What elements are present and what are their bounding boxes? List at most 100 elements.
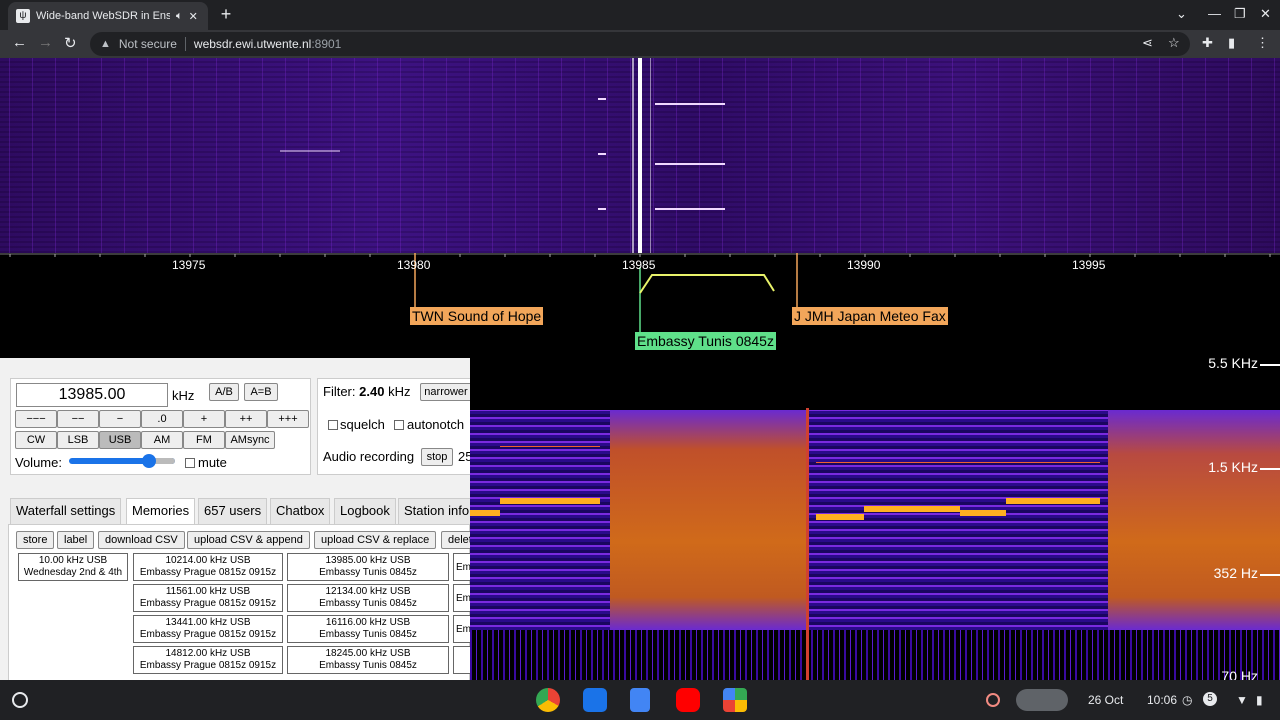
- step-down-1-button[interactable]: −: [99, 410, 141, 428]
- reload-icon[interactable]: ↻: [64, 34, 77, 52]
- upload-csv-replace-button[interactable]: upload CSV & replace: [314, 531, 437, 549]
- control-panel: 13985.00 kHz A/B A=B −−− −− − .0 + ++ ++…: [0, 358, 470, 680]
- station-label-twn[interactable]: TWN Sound of Hope: [410, 307, 544, 325]
- close-tab-icon[interactable]: ✕: [189, 10, 198, 23]
- tab-memories[interactable]: Memories: [126, 498, 196, 524]
- extensions-icon[interactable]: ✚: [1202, 35, 1213, 51]
- memory-entry-partial[interactable]: Em: [453, 553, 470, 581]
- signal-trace: [655, 103, 725, 105]
- memory-entry-partial[interactable]: Em: [453, 615, 470, 643]
- tab-station-info[interactable]: Station info: [398, 498, 470, 524]
- chrome-icon[interactable]: [536, 688, 560, 712]
- memory-name: Embassy Tunis 0845z: [319, 660, 417, 671]
- label-button[interactable]: label: [57, 531, 95, 549]
- memory-entry[interactable]: 16116.00 kHz USB Embassy Tunis 0845z: [287, 615, 449, 643]
- tab-chatbox[interactable]: Chatbox: [270, 498, 331, 524]
- time-label[interactable]: 10:06: [1147, 693, 1177, 707]
- ab-button[interactable]: A/B: [209, 383, 239, 401]
- close-window-icon[interactable]: ✕: [1260, 6, 1271, 22]
- autonotch-checkbox[interactable]: [394, 420, 404, 430]
- mode-fm-button[interactable]: FM: [183, 431, 225, 449]
- memory-entry[interactable]: 11561.00 kHz USB Embassy Prague 0815z 091…: [133, 584, 283, 612]
- screen-record-icon[interactable]: [986, 693, 1000, 707]
- signal-trace: [655, 208, 725, 210]
- share-icon[interactable]: ⋖: [1142, 35, 1153, 51]
- bookmark-star-icon[interactable]: ☆: [1168, 35, 1180, 51]
- wifi-icon[interactable]: ▼: [1236, 693, 1248, 707]
- spectrogram-divider: [806, 408, 809, 680]
- memory-entry[interactable]: 10.00 kHz USB Wednesday 2nd & 4th: [18, 553, 128, 581]
- tab-waterfall-settings[interactable]: Waterfall settings: [10, 498, 122, 524]
- spectrogram-segment: [470, 410, 610, 630]
- memory-entry-partial[interactable]: [453, 646, 470, 674]
- memory-entry[interactable]: 18245.00 kHz USB Embassy Tunis 0845z: [287, 646, 449, 674]
- waterfall-display[interactable]: [0, 58, 1280, 253]
- tab-search-icon[interactable]: ⌄: [1176, 6, 1187, 22]
- memory-freq: 13441.00 kHz USB: [165, 617, 251, 628]
- upload-csv-append-button[interactable]: upload CSV & append: [187, 531, 310, 549]
- browser-tab[interactable]: ψ Wide-band WebSDR in Enschede 🔈︎ ✕: [8, 2, 208, 30]
- new-tab-button[interactable]: +: [216, 4, 236, 25]
- a-equals-b-button[interactable]: A=B: [244, 383, 278, 401]
- slider-knob[interactable]: [141, 454, 156, 468]
- speaker-icon[interactable]: 🔈︎: [176, 10, 183, 23]
- mode-amsync-button[interactable]: AMsync: [225, 431, 275, 449]
- volume-slider[interactable]: [69, 454, 175, 468]
- memory-entry-partial[interactable]: Em: [453, 584, 470, 612]
- mode-usb-button[interactable]: USB: [99, 431, 141, 449]
- memory-freq: 10214.00 kHz USB: [165, 555, 251, 566]
- memory-entry[interactable]: 13441.00 kHz USB Embassy Prague 0815z 091…: [133, 615, 283, 643]
- address-bar[interactable]: ▲ Not secure websdr.ewi.utwente.nl:8901: [90, 32, 1190, 56]
- memory-name: Wednesday 2nd & 4th: [23, 567, 123, 578]
- side-panel-icon[interactable]: ▮: [1228, 35, 1235, 51]
- store-button[interactable]: store: [16, 531, 55, 549]
- memory-entry[interactable]: 12134.00 kHz USB Embassy Tunis 0845z: [287, 584, 449, 612]
- files-icon[interactable]: [583, 688, 607, 712]
- menu-icon[interactable]: ⋮: [1256, 35, 1269, 51]
- forward-icon[interactable]: →: [38, 34, 53, 51]
- mute-checkbox[interactable]: [185, 458, 195, 468]
- back-icon[interactable]: ←: [12, 34, 27, 51]
- step-up-3-button[interactable]: +++: [267, 410, 309, 428]
- mode-lsb-button[interactable]: LSB: [57, 431, 99, 449]
- frequency-scale[interactable]: 13975 13980 13985 13990 13995 TWN Sound …: [0, 253, 1280, 358]
- signal-harmonic: [816, 462, 1100, 463]
- minimize-icon[interactable]: —: [1208, 6, 1221, 21]
- frequency-input[interactable]: 13985.00: [16, 383, 168, 407]
- signal-tone: [1006, 498, 1100, 504]
- docs-icon[interactable]: [630, 688, 650, 712]
- step-down-3-button[interactable]: −−−: [15, 410, 57, 428]
- station-label-tunis[interactable]: Embassy Tunis 0845z: [635, 332, 776, 350]
- signal-tone: [864, 506, 960, 512]
- holding-space-icon[interactable]: [1016, 689, 1068, 711]
- round-button[interactable]: .0: [141, 410, 183, 428]
- launcher-icon[interactable]: [12, 692, 28, 708]
- download-csv-button[interactable]: download CSV: [98, 531, 185, 549]
- battery-icon[interactable]: ▮: [1256, 693, 1263, 707]
- youtube-icon[interactable]: [676, 688, 700, 712]
- stop-recording-button[interactable]: stop: [421, 448, 453, 466]
- step-down-2-button[interactable]: −−: [57, 410, 99, 428]
- narrower-button[interactable]: narrower: [420, 383, 470, 401]
- memory-entry[interactable]: 13985.00 kHz USB Embassy Tunis 0845z: [287, 553, 449, 581]
- maximize-icon[interactable]: ❐: [1234, 6, 1246, 22]
- warning-icon[interactable]: ▲: [100, 38, 111, 50]
- tick-label: 13985: [622, 258, 656, 272]
- tab-logbook[interactable]: Logbook: [334, 498, 396, 524]
- signal-tone: [470, 510, 500, 516]
- memory-entry[interactable]: 10214.00 kHz USB Embassy Prague 0815z 091…: [133, 553, 283, 581]
- play-store-icon[interactable]: [723, 688, 747, 712]
- delete-button[interactable]: delete: [441, 531, 470, 549]
- mode-cw-button[interactable]: CW: [15, 431, 57, 449]
- memory-entry[interactable]: 14812.00 kHz USB Embassy Prague 0815z 091…: [133, 646, 283, 674]
- station-label-jmh[interactable]: J JMH Japan Meteo Fax: [792, 307, 948, 325]
- date-label[interactable]: 26 Oct: [1088, 693, 1123, 707]
- step-up-2-button[interactable]: ++: [225, 410, 267, 428]
- mode-am-button[interactable]: AM: [141, 431, 183, 449]
- spectrogram-segment: [1108, 410, 1280, 630]
- step-up-1-button[interactable]: +: [183, 410, 225, 428]
- memory-freq: 10.00 kHz USB: [38, 555, 108, 566]
- squelch-checkbox[interactable]: [328, 420, 338, 430]
- tab-users[interactable]: 657 users: [198, 498, 268, 524]
- notification-badge[interactable]: 5: [1203, 692, 1217, 706]
